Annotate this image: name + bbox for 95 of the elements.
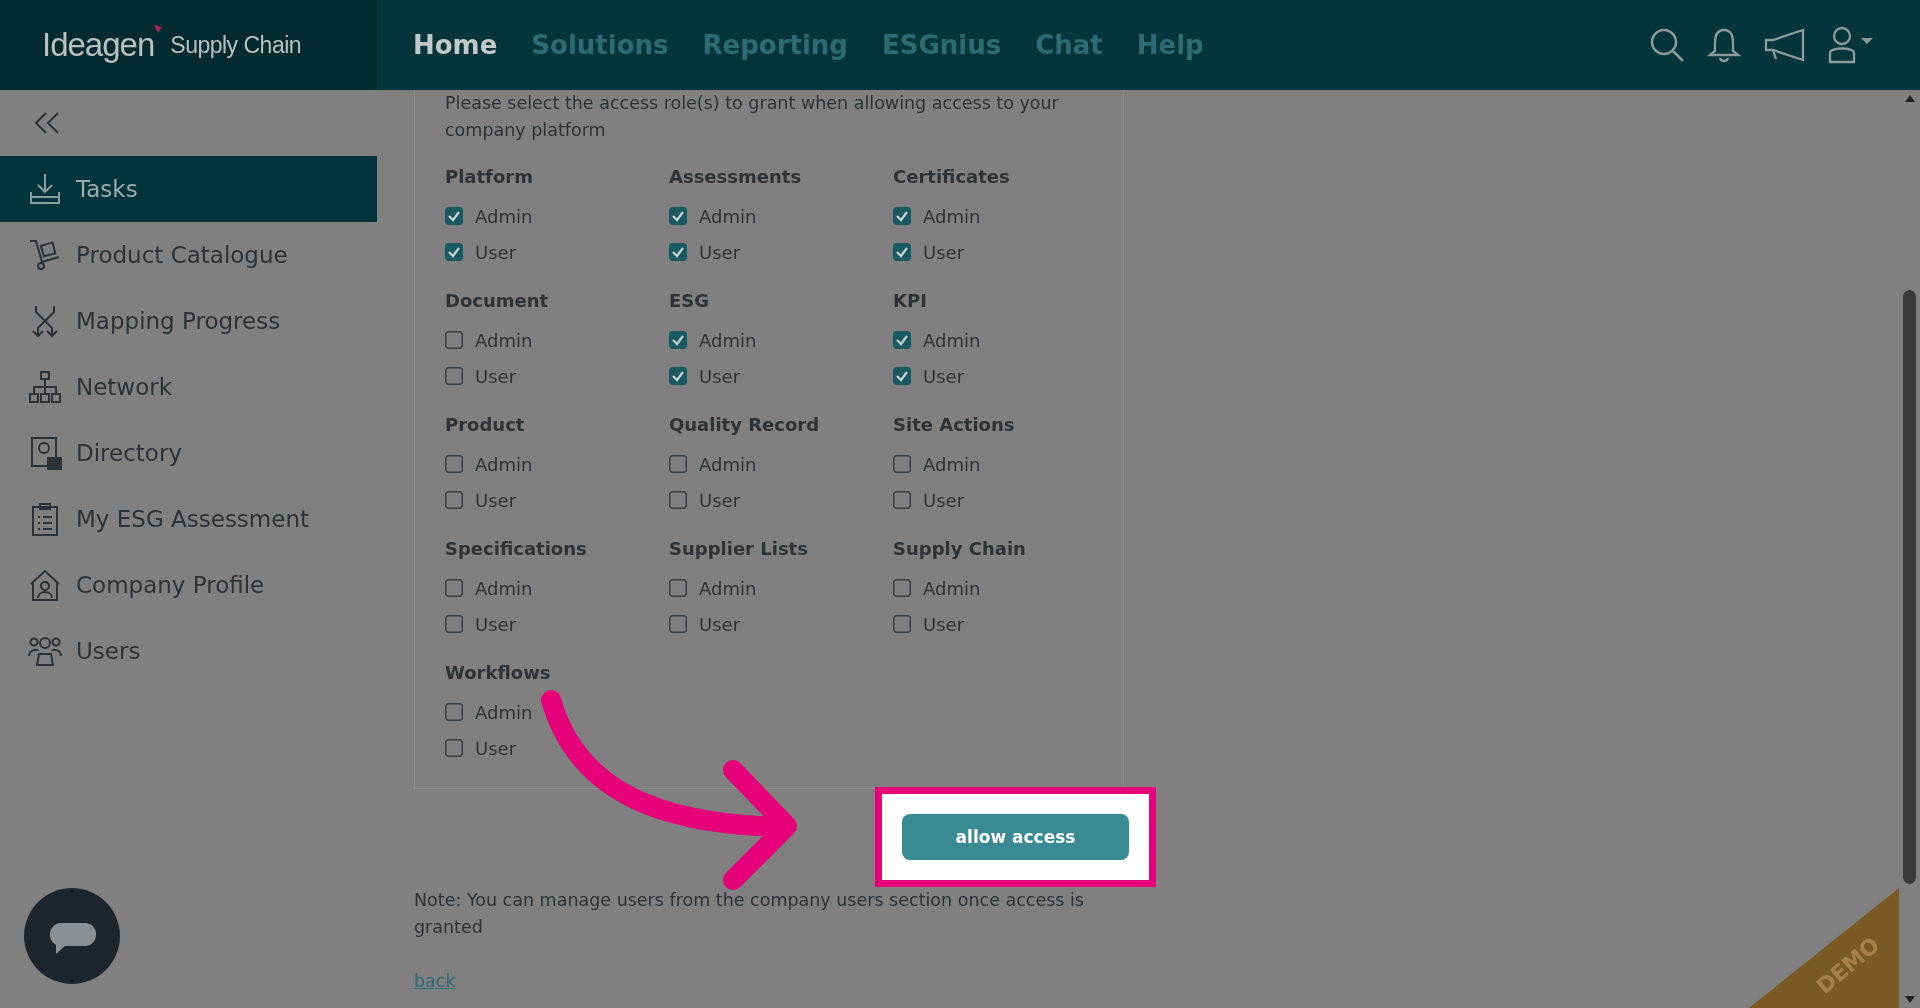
checkbox[interactable]	[445, 207, 463, 225]
book-lock-icon	[28, 436, 62, 470]
checkbox-label: User	[699, 241, 741, 263]
search-icon[interactable]	[1649, 27, 1685, 63]
checkbox-label: Admin	[923, 329, 981, 351]
brand-logo[interactable]: Ideagen	[42, 26, 155, 64]
scroll-thumb[interactable]	[1903, 290, 1916, 884]
scroll-up-icon[interactable]	[1904, 94, 1915, 102]
checkbox[interactable]	[893, 207, 911, 225]
checkbox-label: Admin	[475, 577, 533, 599]
checkbox-label: User	[923, 241, 965, 263]
checkbox[interactable]	[893, 455, 911, 473]
checkbox[interactable]	[893, 331, 911, 349]
checkbox-label: Admin	[699, 453, 757, 475]
checkbox-label: User	[923, 489, 965, 511]
group-heading: Quality Record	[669, 413, 821, 437]
checkbox[interactable]	[893, 491, 911, 509]
scroll-down-icon[interactable]	[1904, 996, 1915, 1004]
checkbox-label: User	[475, 241, 517, 263]
checkbox-label: Admin	[699, 577, 757, 599]
checkbox[interactable]	[669, 615, 687, 633]
checkbox[interactable]	[669, 331, 687, 349]
checkbox[interactable]	[445, 455, 463, 473]
checkbox-label: Admin	[475, 701, 533, 723]
group-heading: KPI	[893, 289, 928, 313]
group-heading: Workflows	[445, 661, 552, 685]
checkbox[interactable]	[445, 615, 463, 633]
note-text: Note: You can manage users from the company users section once access is granted	[414, 889, 1085, 939]
sidebar-item[interactable]: Tasks	[0, 156, 377, 222]
checkbox-label: Admin	[475, 453, 533, 475]
checkbox[interactable]	[445, 331, 463, 349]
collapse-icon[interactable]	[34, 112, 60, 134]
checkbox[interactable]	[669, 491, 687, 509]
checkbox-label: User	[923, 365, 965, 387]
checkbox-label: Admin	[475, 205, 533, 227]
checkbox[interactable]	[669, 367, 687, 385]
checkbox[interactable]	[893, 615, 911, 633]
user-menu-icon[interactable]	[1827, 26, 1875, 64]
checkbox[interactable]	[445, 739, 463, 757]
nav-link[interactable]: Home	[413, 30, 498, 60]
trolley-icon	[28, 238, 62, 272]
checkbox[interactable]	[669, 243, 687, 261]
checkbox-label: Admin	[923, 205, 981, 227]
bell-icon[interactable]	[1707, 27, 1741, 63]
group-heading: Supply Chain	[893, 537, 1027, 561]
checkbox-label: Admin	[923, 577, 981, 599]
house-person-icon	[28, 568, 62, 602]
checkbox[interactable]	[445, 703, 463, 721]
checkbox-label: Admin	[923, 453, 981, 475]
checkbox[interactable]	[669, 579, 687, 597]
group-heading: Supplier Lists	[669, 537, 809, 561]
sidebar-item[interactable]: My ESG Assessment	[0, 486, 377, 552]
checkbox[interactable]	[445, 243, 463, 261]
users-icon	[28, 634, 62, 668]
product-name: Supply Chain	[170, 31, 302, 59]
checkbox-label: User	[699, 489, 741, 511]
sidebar-item[interactable]: Product Catalogue	[0, 222, 377, 288]
group-heading: Site Actions	[893, 413, 1016, 437]
tray-download-icon	[28, 172, 62, 206]
group-heading: ESG	[669, 289, 711, 313]
checkbox[interactable]	[893, 367, 911, 385]
checkbox[interactable]	[669, 455, 687, 473]
group-heading: Product	[445, 413, 526, 437]
checkbox-label: User	[475, 613, 517, 635]
checkbox-label: Admin	[699, 329, 757, 351]
checkbox[interactable]	[445, 491, 463, 509]
checkbox-label: User	[475, 365, 517, 387]
sidebar-item[interactable]: Mapping Progress	[0, 288, 377, 354]
checkbox-label: User	[699, 613, 741, 635]
sidebar-item[interactable]: Directory	[0, 420, 377, 486]
hierarchy-icon	[28, 370, 62, 404]
sidebar-item[interactable]: Users	[0, 618, 377, 684]
chat-bubble-icon[interactable]	[24, 888, 120, 984]
checkbox-label: Admin	[475, 329, 533, 351]
description-text: Please select the access role(s) to grant when allowing access to your company platform	[445, 92, 1060, 142]
checkbox[interactable]	[893, 579, 911, 597]
group-heading: Platform	[445, 165, 534, 189]
checkbox[interactable]	[445, 367, 463, 385]
checkbox-label: User	[475, 489, 517, 511]
sidebar-item[interactable]: Company Profile	[0, 552, 377, 618]
group-heading: Document	[445, 289, 550, 313]
group-heading: Certificates	[893, 165, 1011, 189]
checkbox-label: User	[699, 365, 741, 387]
group-heading: Assessments	[669, 165, 803, 189]
checkbox[interactable]	[445, 579, 463, 597]
sidebar-item[interactable]: Network	[0, 354, 377, 420]
checkbox-label: User	[475, 737, 517, 759]
allow-access-button[interactable]: allow access	[902, 814, 1129, 860]
logo-mark-icon	[152, 23, 165, 35]
checkbox-label: User	[923, 613, 965, 635]
megaphone-icon[interactable]	[1763, 28, 1805, 62]
checkbox-label: Admin	[699, 205, 757, 227]
group-heading: Specifications	[445, 537, 588, 561]
checkbox[interactable]	[669, 207, 687, 225]
checkbox[interactable]	[893, 243, 911, 261]
